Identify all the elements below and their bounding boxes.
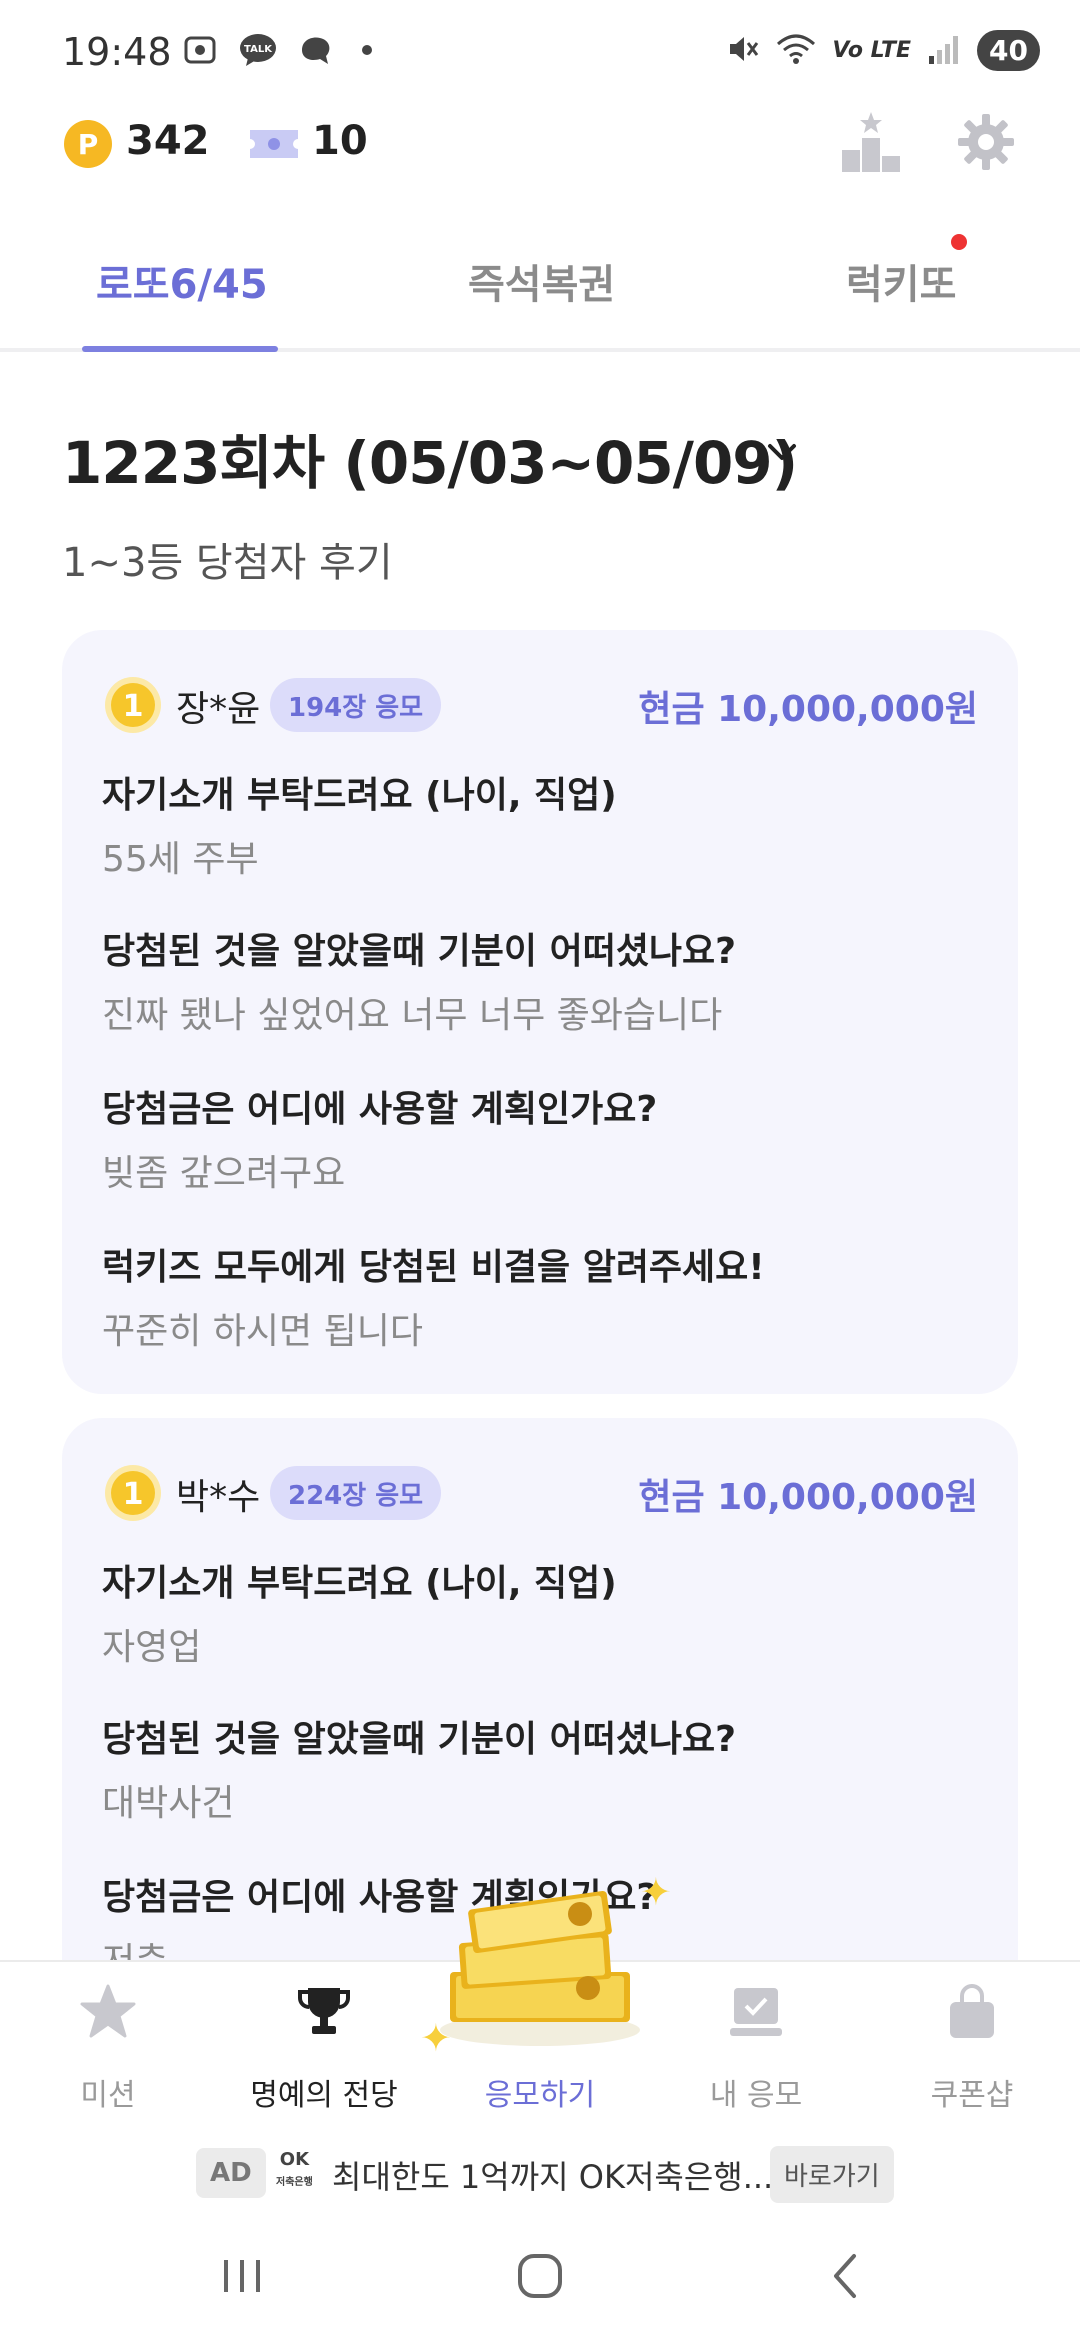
network-type: Vo LTE [832, 38, 912, 63]
notification-dot-icon [362, 45, 372, 55]
review-question: 당첨된 것을 알았을때 기분이 어떠셨나요? [102, 931, 737, 972]
review-answer: 빚좀 갚으려구요 [102, 1153, 346, 1194]
shopping-bag-icon [942, 1982, 1002, 2042]
chevron-down-icon[interactable] [762, 432, 802, 472]
review-question: 럭키즈 모두에게 당첨된 비결을 알려주세요! [102, 1247, 765, 1288]
ok-logo-sub: 저축은행 [276, 2177, 313, 2188]
tab-lotto645[interactable]: 로또6/45 [96, 252, 268, 310]
signal-icon [927, 32, 961, 70]
wifi-icon [776, 32, 816, 70]
svg-text:1: 1 [123, 689, 144, 724]
tab-instant-lottery[interactable]: 즉석복권 [468, 252, 615, 310]
nav-hall-of-fame[interactable]: 명예의 전당 [216, 1962, 432, 2130]
svg-text:1: 1 [123, 1477, 144, 1512]
prize-amount: 현금 10,000,000원 [638, 1477, 978, 1518]
review-answer: 꾸준히 하시면 됩니다 [102, 1311, 423, 1352]
tab-lucky-tto[interactable]: 럭키또 [846, 252, 956, 310]
ticket-count[interactable]: 10 [312, 118, 368, 164]
nav-coupon-shop[interactable]: 쿠폰샵 [864, 1962, 1080, 2130]
ad-banner[interactable]: AD OK 저축은행 최대한도 1억까지 OK저축은행... 바로가기 [0, 2128, 1080, 2220]
status-time: 19:48 [62, 30, 172, 74]
review-answer: 55세 주부 [102, 839, 259, 880]
svg-text:TALK: TALK [244, 44, 273, 55]
nav-label: 미션 [80, 2078, 136, 2113]
prize-amount: 현금 10,000,000원 [638, 689, 978, 730]
sparkle-icon: ✦ [420, 2016, 452, 2060]
winner-name: 장*윤 [176, 689, 261, 730]
back-icon[interactable] [816, 2246, 876, 2306]
tab-notification-dot [951, 234, 967, 250]
gear-icon[interactable] [956, 112, 1016, 172]
home-icon[interactable] [510, 2246, 570, 2306]
status-right-icons: Vo LTE 40 [726, 30, 1040, 71]
review-question: 당첨금은 어디에 사용할 계획인가요? [102, 1089, 658, 1130]
recent-apps-icon[interactable] [212, 2246, 272, 2306]
review-answer: 대박사건 [102, 1783, 235, 1824]
active-tab-indicator [82, 346, 278, 352]
review-question: 당첨된 것을 알았을때 기분이 어떠셨나요? [102, 1719, 737, 1760]
star-icon [78, 1982, 138, 2042]
round-title[interactable]: 1223회차 (05/03~05/09) [62, 416, 798, 500]
screenshot-icon [180, 30, 220, 70]
status-left-icons: TALK [180, 30, 372, 70]
winner-review-card: 1 장*윤 194장 응모 현금 10,000,000원 자기소개 부탁드려요 … [62, 630, 1018, 1394]
review-question: 자기소개 부탁드려요 (나이, 직업) [102, 775, 617, 816]
review-answer: 진짜 됐나 싶었어요 너무 너무 좋와습니다 [102, 995, 723, 1036]
winner-name: 박*수 [176, 1477, 261, 1518]
sparkle-icon: ✦ [640, 1870, 672, 1914]
review-answer: 자영업 [102, 1627, 202, 1668]
status-bar: 19:48 TALK Vo LTE 40 [0, 0, 1080, 100]
point-coin-icon: P [64, 120, 112, 168]
ad-tag: AD [196, 2148, 266, 2198]
ticket-icon [246, 126, 302, 162]
nav-my-entries[interactable]: 내 응모 [648, 1962, 864, 2130]
money-pile-icon[interactable] [430, 1880, 650, 2050]
entry-count-badge: 224장 응모 [270, 1466, 442, 1520]
my-entry-icon [726, 1982, 786, 2042]
point-balance[interactable]: 342 [126, 118, 210, 164]
mute-icon [726, 32, 760, 70]
nav-label: 쿠폰샵 [930, 2078, 1014, 2113]
first-place-medal-icon: 1 [104, 676, 162, 734]
kakaotalk-icon: TALK [238, 30, 278, 70]
ad-text[interactable]: 최대한도 1억까지 OK저축은행... [332, 2152, 773, 2198]
ok-logo-text: OK [279, 2149, 310, 2170]
nav-label: 명예의 전당 [250, 2078, 398, 2113]
chat-bubble-icon [296, 30, 336, 70]
review-question: 자기소개 부탁드려요 (나이, 직업) [102, 1563, 617, 1604]
nav-label: 응모하기 [484, 2078, 596, 2113]
battery-indicator: 40 [977, 30, 1040, 71]
nav-label: 내 응모 [709, 2078, 803, 2113]
nav-mission[interactable]: 미션 [0, 1962, 216, 2130]
section-subtitle: 1~3등 당첨자 후기 [62, 540, 393, 586]
ranking-podium-icon[interactable] [838, 108, 904, 174]
ad-cta-button[interactable]: 바로가기 [770, 2146, 894, 2203]
lottery-tabs: 로또6/45 즉석복권 럭키또 [0, 230, 1080, 352]
entry-count-badge: 194장 응모 [270, 678, 442, 732]
trophy-icon [294, 1982, 354, 2042]
system-navigation-bar [0, 2220, 1080, 2340]
first-place-medal-icon: 1 [104, 1464, 162, 1522]
ok-bank-logo: OK 저축은행 [276, 2150, 313, 2193]
